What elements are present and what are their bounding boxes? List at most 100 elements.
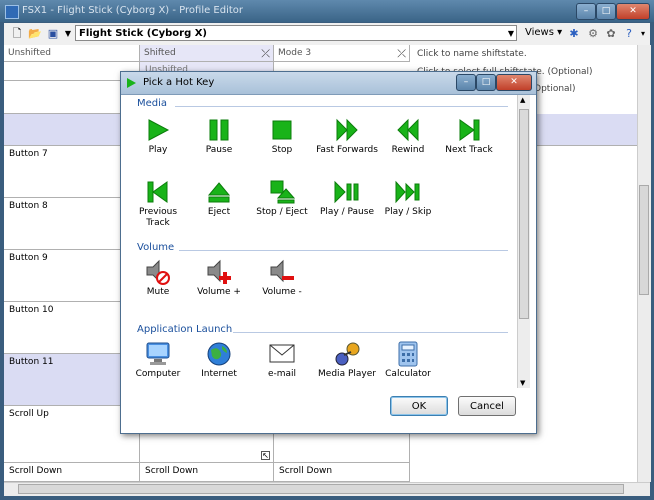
hotkey-label: Stop / Eject bbox=[256, 207, 308, 217]
asterisk-icon[interactable]: ✱ bbox=[567, 27, 581, 41]
scroll-thumb[interactable] bbox=[639, 185, 649, 295]
section-volume: Volume bbox=[137, 242, 175, 253]
hotkey-eject[interactable]: Eject bbox=[190, 177, 248, 218]
hotkey-label: Stop bbox=[271, 145, 293, 155]
play-icon bbox=[129, 115, 187, 145]
next-track-icon bbox=[440, 115, 498, 145]
scroll-up-icon[interactable]: ▲ bbox=[520, 96, 525, 104]
hotkey-rewind[interactable]: Rewind bbox=[379, 115, 437, 156]
play-icon bbox=[127, 78, 136, 88]
hotkey-play-skip[interactable]: Play / Skip bbox=[379, 177, 437, 218]
close-button[interactable]: ✕ bbox=[616, 3, 650, 20]
dialog-minimize-button[interactable]: – bbox=[456, 74, 476, 91]
internet-icon bbox=[190, 339, 248, 369]
hotkey-previous-track[interactable]: Previous Track bbox=[129, 177, 187, 229]
hotkey-internet[interactable]: Internet bbox=[190, 339, 248, 380]
vertical-scrollbar[interactable] bbox=[637, 45, 651, 482]
gear-icon[interactable]: ⚙ bbox=[586, 27, 600, 41]
row-label: Button 7 bbox=[9, 149, 48, 159]
play-pause-icon bbox=[314, 177, 380, 207]
calculator-icon bbox=[379, 339, 437, 369]
help-icon[interactable]: ? bbox=[622, 27, 636, 41]
section-divider bbox=[179, 250, 508, 251]
scroll-thumb[interactable] bbox=[519, 109, 529, 319]
hotkey-calculator[interactable]: Calculator bbox=[379, 339, 437, 380]
hotkey-pause[interactable]: Pause bbox=[190, 115, 248, 156]
cell-value: Scroll Down bbox=[145, 466, 199, 476]
dialog-maximize-button[interactable]: □ bbox=[476, 74, 496, 91]
empty-cell: ↖ bbox=[140, 432, 274, 463]
column-header-unshifted[interactable]: Unshifted bbox=[4, 45, 140, 62]
hotkey-computer[interactable]: Computer bbox=[129, 339, 187, 380]
window-title: FSX1 - Flight Stick (Cyborg X) - Profile… bbox=[22, 5, 244, 16]
cancel-button[interactable]: Cancel bbox=[458, 396, 516, 416]
toolbar: 🗋 📂 ▣ ▼ Flight Stick (Cyborg X) ▼ Views … bbox=[4, 23, 650, 46]
save-icon[interactable]: ▣ bbox=[46, 27, 60, 41]
hotkey-label: Play bbox=[148, 145, 168, 155]
hotkey-label: e-mail bbox=[267, 369, 297, 379]
hotkey-label: Previous Track bbox=[138, 207, 178, 228]
scroll-thumb[interactable] bbox=[18, 484, 624, 494]
dialog-title: Pick a Hot Key bbox=[143, 77, 215, 88]
profile-select[interactable]: Flight Stick (Cyborg X) ▼ bbox=[75, 25, 517, 41]
empty-cell bbox=[274, 432, 410, 463]
settings-icon[interactable]: ✿ bbox=[604, 27, 618, 41]
horizontal-scrollbar[interactable] bbox=[4, 482, 650, 496]
hotkey-volume-down[interactable]: Volume - bbox=[253, 257, 311, 298]
hotkey-next-track[interactable]: Next Track bbox=[440, 115, 498, 156]
table-row[interactable]: Scroll Down bbox=[4, 463, 140, 482]
dialog-scrollbar[interactable]: ▲ ▼ bbox=[517, 95, 530, 388]
previous-track-icon bbox=[129, 177, 187, 207]
minimize-button[interactable]: – bbox=[576, 3, 596, 20]
table-cell[interactable]: Scroll Down bbox=[140, 463, 274, 482]
column-header-mode3[interactable]: Mode 3 ⤫ bbox=[274, 45, 410, 62]
hotkey-volume-up[interactable]: Volume + bbox=[190, 257, 248, 298]
hotkey-label: Play / Skip bbox=[384, 207, 432, 217]
ok-button[interactable]: OK bbox=[390, 396, 448, 416]
hotkey-play-pause[interactable]: Play / Pause bbox=[314, 177, 380, 218]
play-skip-icon bbox=[379, 177, 437, 207]
dialog-titlebar: Pick a Hot Key – □ ✕ bbox=[121, 72, 536, 95]
app-icon bbox=[5, 5, 19, 19]
hotkey-label: Volume + bbox=[197, 287, 241, 297]
maximize-button[interactable]: □ bbox=[596, 3, 616, 20]
expand-icon[interactable]: ↖ bbox=[261, 451, 270, 460]
hotkey-stop-eject[interactable]: Stop / Eject bbox=[253, 177, 311, 218]
mute-icon bbox=[129, 257, 187, 287]
hotkey-fast-forwards[interactable]: Fast Forwards bbox=[312, 115, 382, 156]
row-label: Scroll Up bbox=[9, 409, 49, 419]
hotkey-label: Rewind bbox=[391, 145, 425, 155]
close-icon[interactable]: ⤫ bbox=[261, 45, 270, 62]
email-icon bbox=[253, 339, 311, 369]
save-dropdown-icon[interactable]: ▼ bbox=[61, 27, 75, 41]
hotkey-email[interactable]: e-mail bbox=[253, 339, 311, 380]
section-app-launch: Application Launch bbox=[137, 324, 233, 335]
chevron-down-icon: ▼ bbox=[507, 29, 514, 38]
row-label: Button 9 bbox=[9, 253, 48, 263]
section-divider bbox=[175, 106, 508, 107]
hotkey-label: Eject bbox=[207, 207, 231, 217]
dialog-close-button[interactable]: ✕ bbox=[496, 74, 532, 91]
profile-select-value: Flight Stick (Cyborg X) bbox=[79, 28, 208, 39]
scroll-down-icon[interactable]: ▼ bbox=[520, 379, 525, 387]
row-label: Button 11 bbox=[9, 357, 54, 367]
column-header-shifted[interactable]: Shifted ⤫ bbox=[140, 45, 274, 62]
hotkey-media-player[interactable]: Media Player bbox=[314, 339, 380, 380]
hotkey-label: Play / Pause bbox=[320, 207, 374, 217]
hotkey-label: Computer bbox=[135, 369, 181, 379]
open-folder-icon[interactable]: 📂 bbox=[28, 27, 42, 41]
fast-forward-icon bbox=[312, 115, 382, 145]
volume-up-icon bbox=[190, 257, 248, 287]
hotkey-label: Calculator bbox=[385, 369, 431, 379]
close-icon[interactable]: ⤫ bbox=[397, 45, 406, 62]
pause-icon bbox=[190, 115, 248, 145]
views-menu[interactable]: Views ▾ bbox=[525, 27, 562, 38]
new-file-icon[interactable]: 🗋 bbox=[10, 27, 24, 41]
hotkey-label: Next Track bbox=[445, 145, 493, 155]
hotkey-mute[interactable]: Mute bbox=[129, 257, 187, 298]
hotkey-play[interactable]: Play bbox=[129, 115, 187, 156]
help-dropdown-icon[interactable]: ▾ bbox=[636, 27, 650, 41]
hotkey-stop[interactable]: Stop bbox=[253, 115, 311, 156]
table-cell[interactable]: Scroll Down bbox=[274, 463, 410, 482]
shiftstate-name-hint[interactable]: Click to name shiftstate. bbox=[417, 49, 527, 59]
